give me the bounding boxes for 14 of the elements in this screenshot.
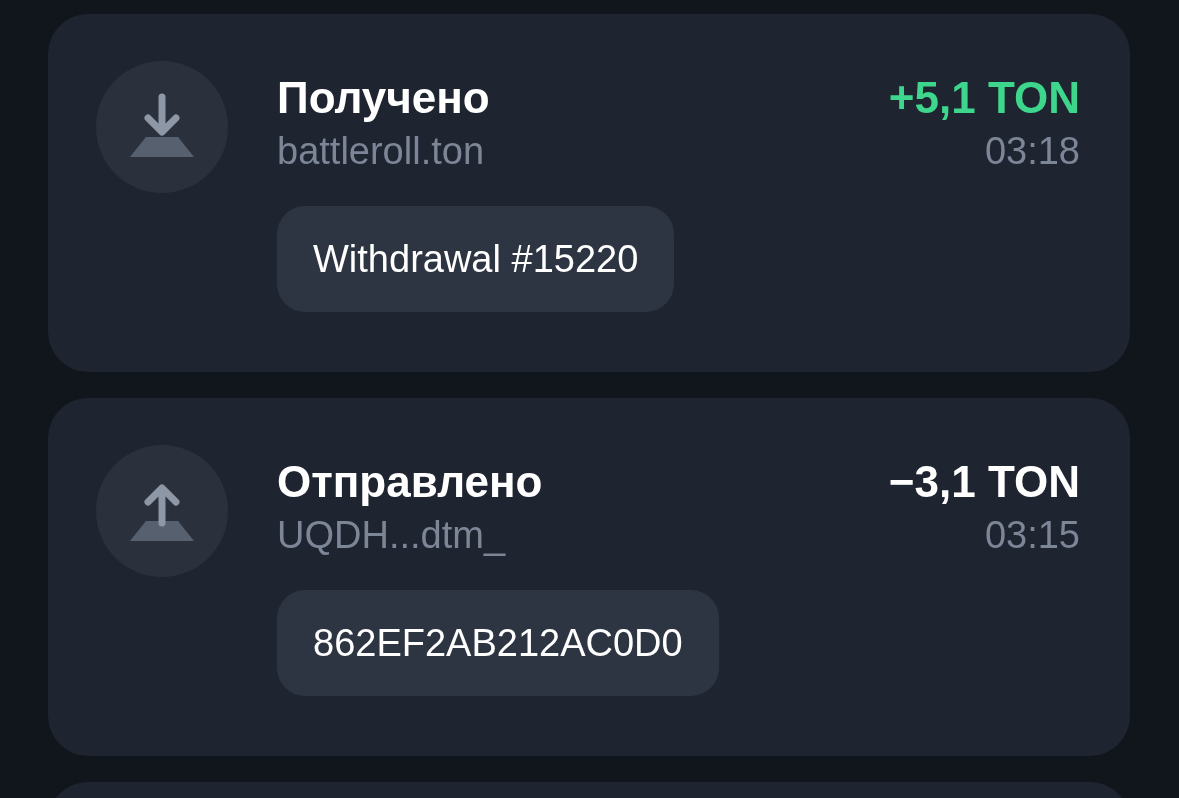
transaction-title: Получено	[277, 72, 490, 124]
transaction-amount: +5,1 TON	[888, 72, 1080, 124]
counterparty-address: battleroll.ton	[277, 129, 484, 174]
memo-tag: Withdrawal #15220	[277, 206, 675, 312]
transaction-amount: −3,1 TON	[888, 456, 1080, 508]
transaction-time: 03:15	[984, 513, 1080, 558]
transaction-time: 03:18	[984, 129, 1080, 174]
counterparty-address: UQDH...dtm_	[277, 513, 506, 558]
transaction-card[interactable]: Отправлено −3,1 TON UQDH...dtm_ 03:15 862EF2AB212AC0D0	[48, 398, 1130, 756]
download-icon	[96, 61, 228, 193]
upload-icon	[96, 445, 228, 577]
transaction-card[interactable]: Получено +5,1 TON battleroll.ton 03:18 Withdrawal #15220	[48, 14, 1130, 372]
memo-tag: 862EF2AB212AC0D0	[277, 590, 719, 696]
transaction-title: Отправлено	[277, 456, 543, 508]
